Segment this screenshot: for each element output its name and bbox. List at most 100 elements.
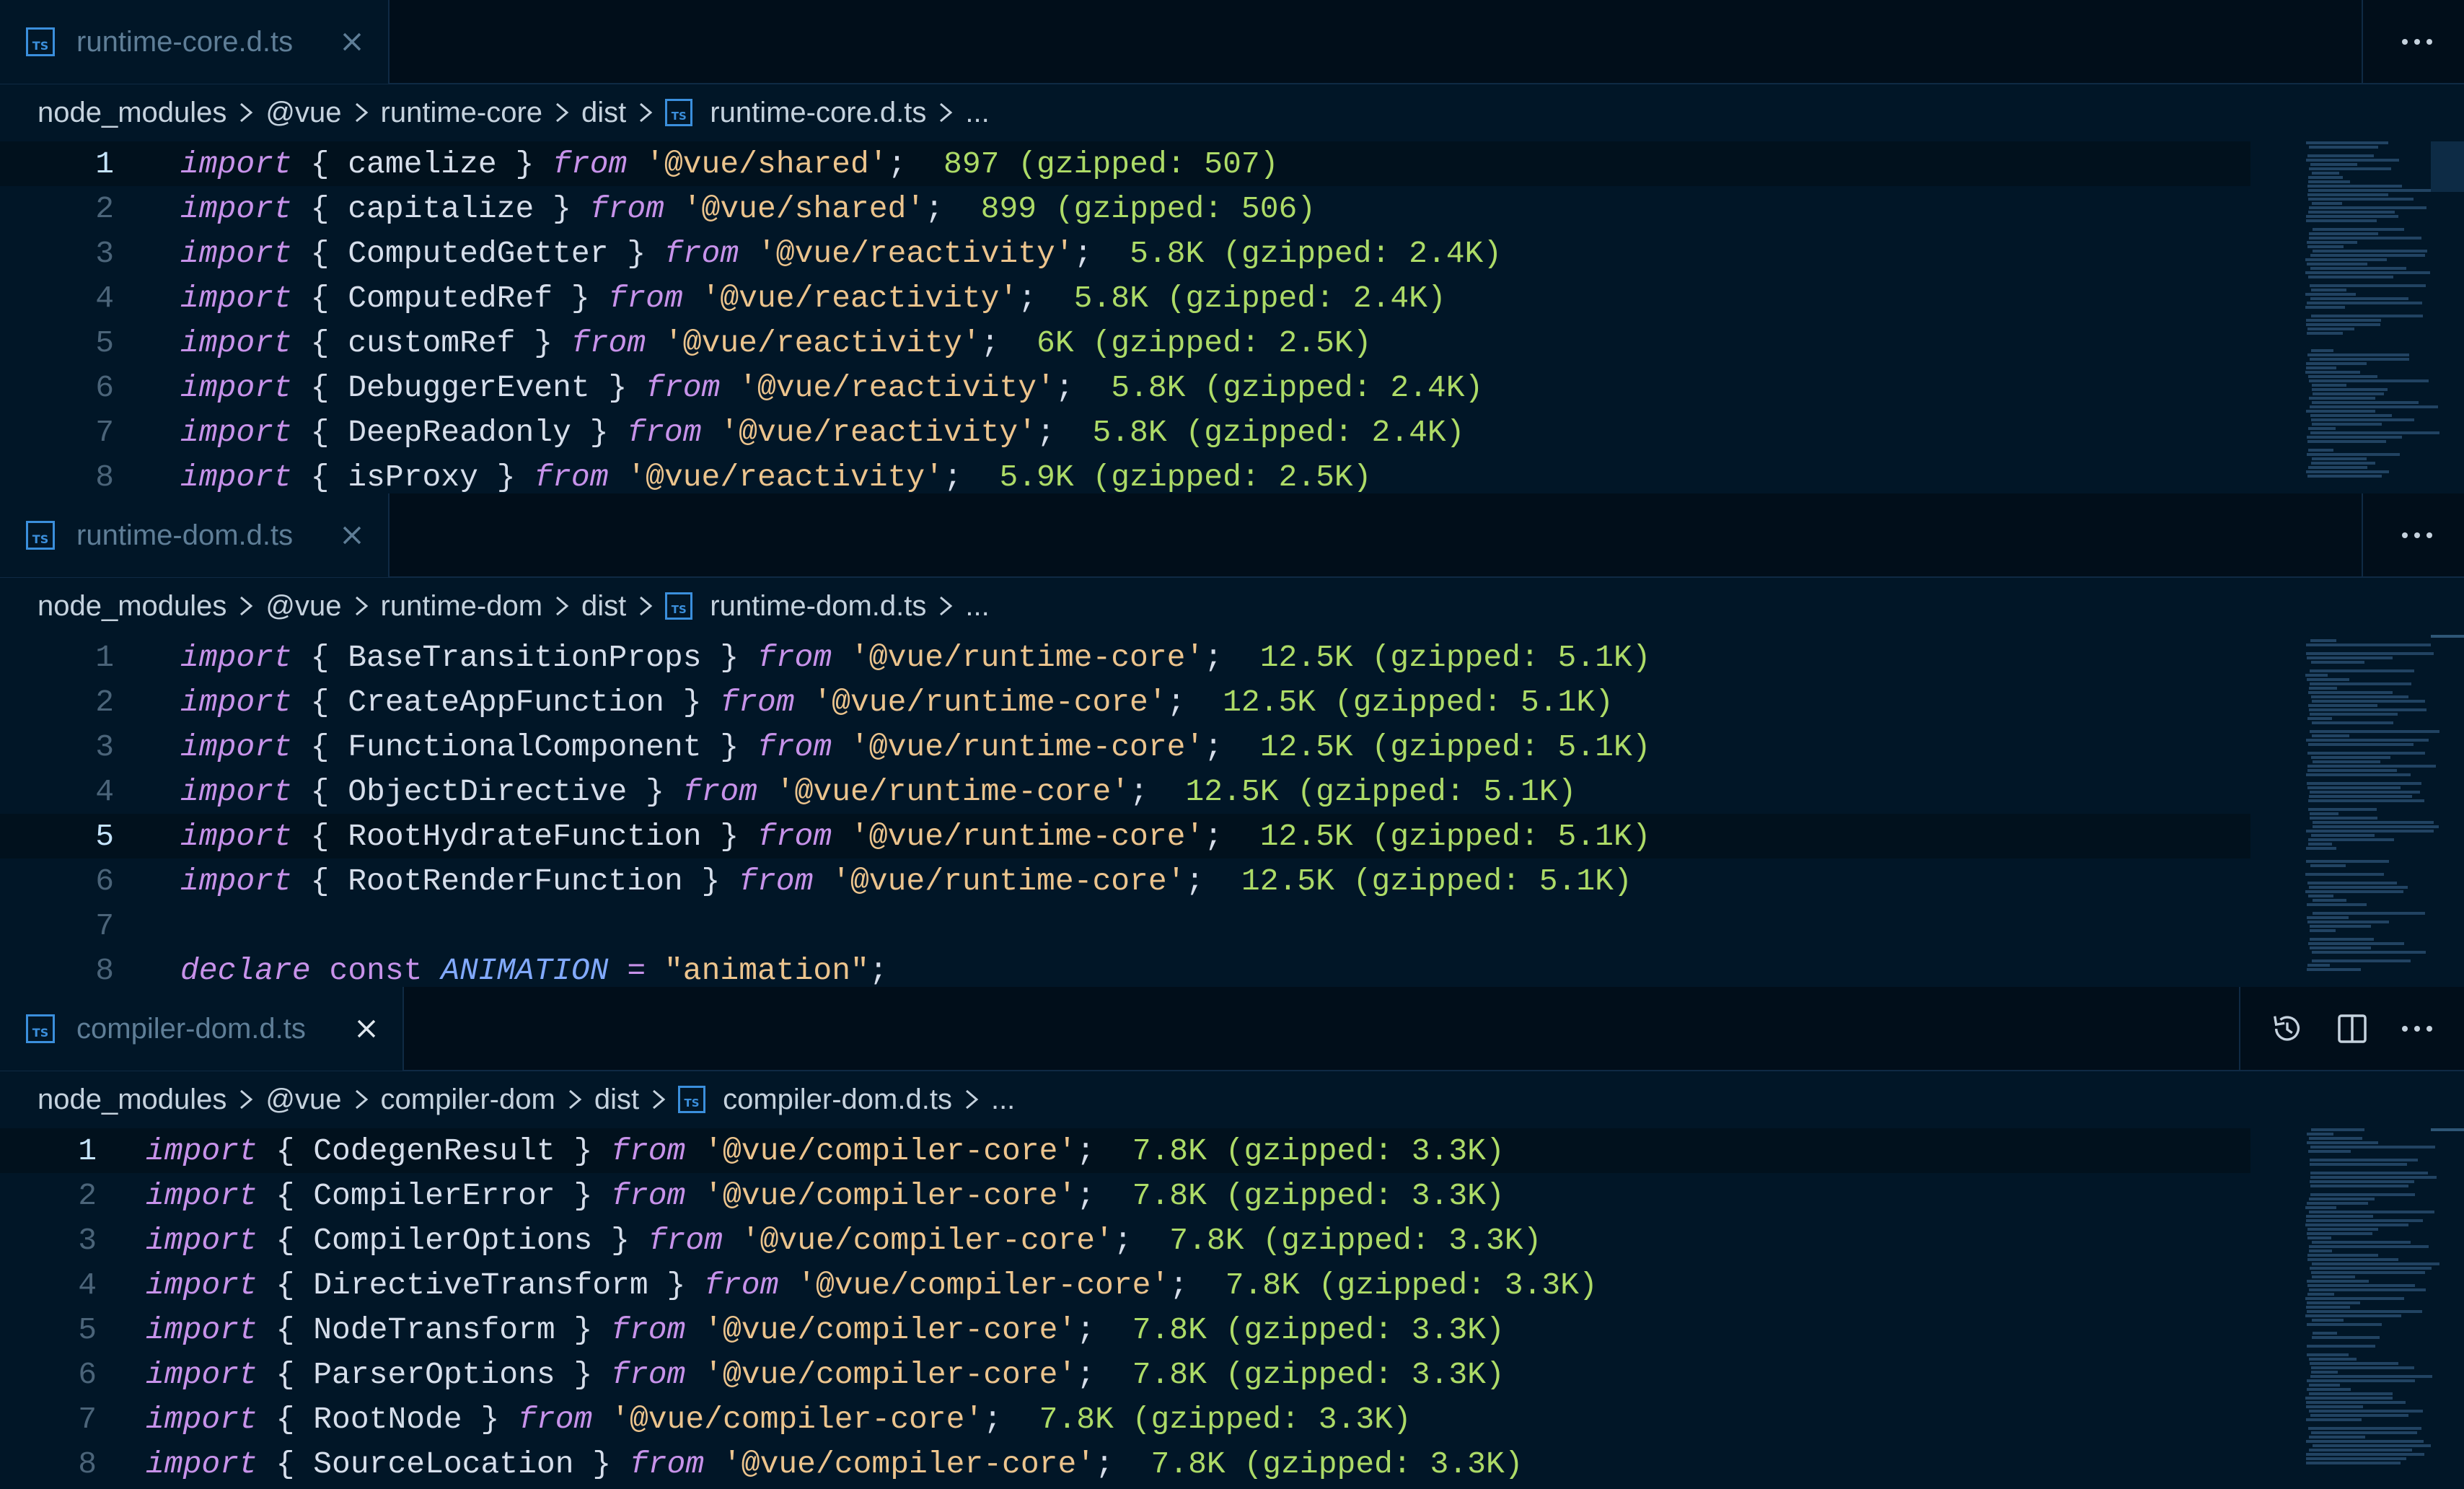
code-line[interactable]: 7 import { RootNode } from '@vue/compiler…	[0, 1397, 2250, 1441]
breadcrumb-item[interactable]: runtime-core.d.ts	[710, 97, 926, 129]
more-actions-icon[interactable]	[2399, 24, 2435, 60]
code-line[interactable]: 3 import { FunctionalComponent } from '@v…	[0, 724, 2250, 769]
code-line[interactable]: 6 import { RootRenderFunction } from '@vu…	[0, 858, 2250, 903]
chevron-right-icon	[965, 1089, 979, 1110]
minimap-line	[2305, 890, 2403, 893]
minimap-line	[2312, 951, 2426, 954]
breadcrumb-item[interactable]: runtime-dom.d.ts	[710, 590, 926, 623]
minimap-line	[2310, 938, 2374, 941]
import-name: ParserOptions	[313, 1356, 555, 1392]
minimap-line	[2310, 1414, 2408, 1417]
breadcrumb-item[interactable]: runtime-core	[381, 97, 543, 129]
code-line[interactable]: 7	[0, 903, 2250, 948]
minimap[interactable]	[2305, 1128, 2439, 1475]
code-line[interactable]: 4 import { DirectiveTransform } from '@vu…	[0, 1262, 2250, 1307]
tab-compiler-dom[interactable]: TS compiler-dom.d.ts	[0, 987, 404, 1071]
breadcrumb-item[interactable]: runtime-dom	[381, 590, 543, 623]
breadcrumb-item[interactable]: dist	[581, 97, 626, 129]
minimap-line	[2310, 1185, 2408, 1187]
code-line[interactable]: 2 import { CompilerError } from '@vue/com…	[0, 1173, 2250, 1218]
code-line[interactable]: 5 import { RootHydrateFunction } from '@v…	[0, 814, 2250, 858]
code-line[interactable]: 4 import { ObjectDirective } from '@vue/r…	[0, 769, 2250, 814]
breadcrumb-item[interactable]: @vue	[265, 97, 341, 129]
minimap-line	[2308, 942, 2404, 945]
minimap-line	[2307, 241, 2357, 244]
code-line[interactable]: 1 import { camelize } from '@vue/shared';…	[0, 141, 2250, 186]
keyword: import	[180, 818, 292, 854]
code-editor[interactable]: 1 import { BaseTransitionProps } from '@v…	[0, 635, 2250, 987]
code-line[interactable]: 2 import { capitalize } from '@vue/shared…	[0, 186, 2250, 231]
code-line[interactable]: 8 import { SourceLocation } from '@vue/co…	[0, 1441, 2250, 1486]
minimap[interactable]	[2305, 141, 2439, 488]
code-editor[interactable]: 1 import { camelize } from '@vue/shared';…	[0, 141, 2250, 493]
minimap-line	[2305, 293, 2356, 296]
minimap-line	[2306, 652, 2434, 655]
code-line[interactable]: 4 import { ComputedRef } from '@vue/react…	[0, 276, 2250, 320]
line-number: 1	[95, 146, 114, 182]
breadcrumb-item[interactable]: @vue	[265, 1084, 341, 1116]
code-line[interactable]: 6 import { DebuggerEvent } from '@vue/rea…	[0, 365, 2250, 410]
minimap-line	[2312, 721, 2393, 724]
timeline-icon[interactable]	[2269, 1011, 2305, 1047]
minimap-line	[2306, 1405, 2363, 1408]
line-number: 4	[78, 1267, 97, 1303]
semicolon: ;	[1018, 280, 1037, 316]
code-line[interactable]: 6 import { ParserOptions } from '@vue/com…	[0, 1352, 2250, 1397]
breadcrumb-item[interactable]: compiler-dom	[381, 1084, 555, 1116]
code-line[interactable]: 1 import { BaseTransitionProps } from '@v…	[0, 635, 2250, 680]
minimap-line	[2306, 215, 2398, 218]
code-editor[interactable]: 1 import { CodegenResult } from '@vue/com…	[0, 1128, 2250, 1486]
minimap-line	[2310, 864, 2346, 867]
breadcrumb-item[interactable]: node_modules	[38, 97, 226, 129]
brace: }	[701, 729, 739, 765]
code-line[interactable]: 3 import { ComputedGetter } from '@vue/re…	[0, 231, 2250, 276]
code-line[interactable]: 5 import { NodeTransform } from '@vue/com…	[0, 1307, 2250, 1352]
split-editor-icon[interactable]	[2334, 1011, 2370, 1047]
minimap-line	[2310, 1146, 2435, 1148]
code-line[interactable]: 2 import { CreateAppFunction } from '@vue…	[0, 680, 2250, 724]
module-string: '@vue/compiler-core'	[704, 1312, 1077, 1348]
breadcrumb-item[interactable]: ...	[991, 1084, 1015, 1116]
breadcrumb-item[interactable]: ...	[965, 590, 989, 623]
code-line[interactable]: 1 import { CodegenResult } from '@vue/com…	[0, 1128, 2250, 1173]
semicolon: ;	[1169, 1267, 1189, 1303]
more-actions-icon[interactable]	[2399, 517, 2435, 553]
chevron-right-icon	[355, 102, 368, 123]
line-number: 3	[95, 729, 114, 765]
breadcrumb-item[interactable]: dist	[594, 1084, 639, 1116]
scrollbar-thumb[interactable]	[2431, 1128, 2464, 1131]
breadcrumb-item[interactable]: node_modules	[38, 590, 226, 623]
minimap[interactable]	[2305, 635, 2439, 981]
tab-runtime-dom[interactable]: TS runtime-dom.d.ts	[0, 493, 390, 577]
code-line[interactable]: 7 import { DeepReadonly } from '@vue/reac…	[0, 410, 2250, 454]
breadcrumb-item[interactable]: compiler-dom.d.ts	[723, 1084, 952, 1116]
minimap-line	[2310, 639, 2336, 642]
module-string: '@vue/reactivity'	[664, 325, 981, 361]
minimap-line	[2312, 734, 2349, 737]
minimap-line	[2312, 172, 2339, 175]
more-actions-icon[interactable]	[2399, 1011, 2435, 1047]
typescript-file-icon: TS	[26, 521, 55, 550]
code-line[interactable]: 5 import { customRef } from '@vue/reactiv…	[0, 320, 2250, 365]
minimap-line	[2310, 925, 2371, 928]
minimap-line	[2307, 916, 2349, 919]
code-line[interactable]: 8 import { isProxy } from '@vue/reactivit…	[0, 454, 2250, 494]
chevron-right-icon	[568, 1089, 582, 1110]
close-icon[interactable]	[338, 521, 366, 550]
breadcrumb-item[interactable]: ...	[965, 97, 989, 129]
scrollbar-thumb[interactable]	[2431, 635, 2464, 638]
breadcrumb-item[interactable]: dist	[581, 590, 626, 623]
close-icon[interactable]	[352, 1014, 381, 1043]
minimap-line	[2308, 375, 2377, 378]
close-icon[interactable]	[338, 27, 366, 56]
code-line[interactable]: 8 declare const ANIMATION = "animation";	[0, 948, 2250, 988]
breadcrumb-item[interactable]: @vue	[265, 590, 341, 623]
scrollbar-thumb[interactable]	[2431, 141, 2464, 192]
minimap-line	[2308, 211, 2395, 214]
minimap-line	[2307, 245, 2344, 248]
module-string: '@vue/compiler-core'	[797, 1267, 1170, 1303]
code-line[interactable]: 3 import { CompilerOptions } from '@vue/c…	[0, 1218, 2250, 1262]
breadcrumb-item[interactable]: node_modules	[38, 1084, 226, 1116]
minimap-line	[2309, 206, 2426, 209]
tab-runtime-core[interactable]: TS runtime-core.d.ts	[0, 0, 390, 84]
